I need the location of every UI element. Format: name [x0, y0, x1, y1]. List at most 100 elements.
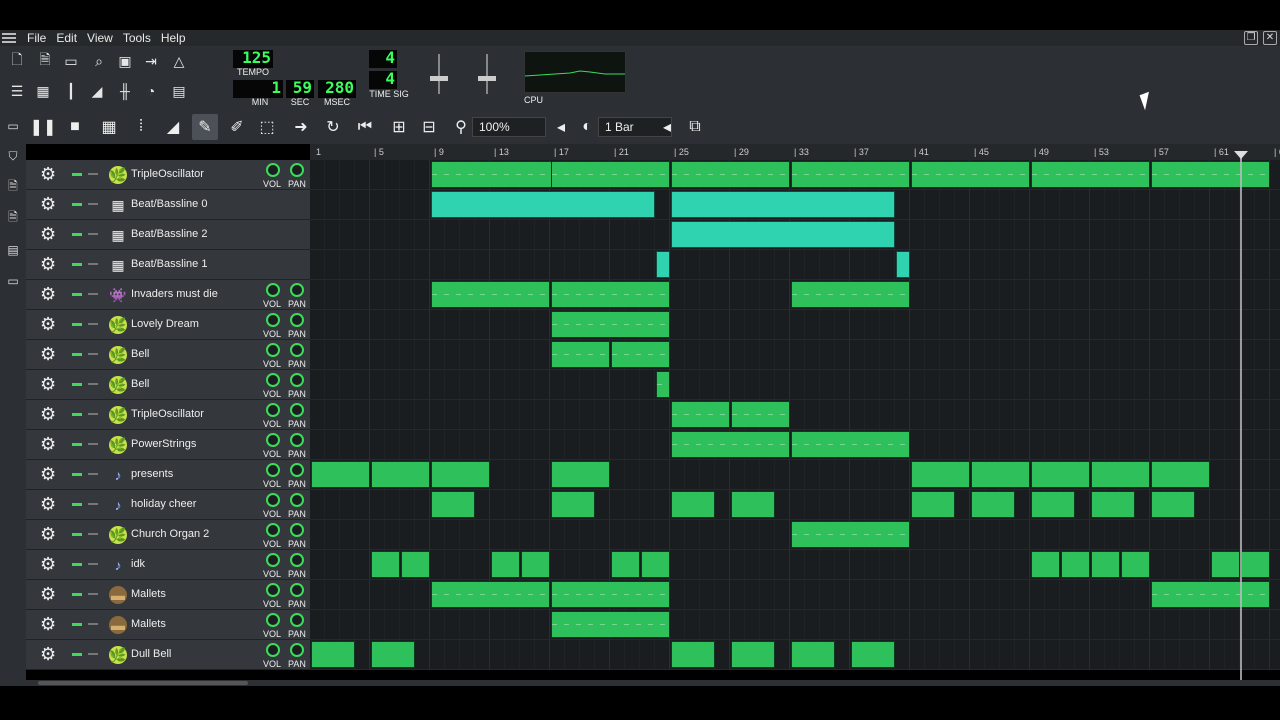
track-name[interactable]: idk	[131, 558, 145, 570]
mute-toggle[interactable]	[72, 203, 82, 206]
volume-knob[interactable]	[266, 283, 280, 297]
volume-knob[interactable]	[266, 613, 280, 627]
pattern-clip[interactable]	[431, 281, 550, 308]
mute-toggle[interactable]	[72, 383, 82, 386]
mute-toggle[interactable]	[72, 533, 82, 536]
pattern-clip[interactable]	[551, 491, 595, 518]
track-name[interactable]: Beat/Bassline 1	[131, 258, 207, 270]
solo-toggle[interactable]	[88, 413, 98, 415]
mute-toggle[interactable]	[72, 263, 82, 266]
pan-knob[interactable]	[290, 553, 304, 567]
pattern-clip[interactable]	[1151, 161, 1270, 188]
volume-knob[interactable]	[266, 433, 280, 447]
menu-file[interactable]: File	[22, 31, 51, 45]
track-header[interactable]: ⚙ ▦ Beat/Bassline 1	[26, 250, 310, 280]
pattern-clip[interactable]	[731, 401, 790, 428]
time-sig-numerator[interactable]: 4	[369, 50, 397, 68]
pause-icon[interactable]: ❚❚	[30, 114, 57, 140]
menu-help[interactable]: Help	[156, 31, 191, 45]
pattern-clip[interactable]	[1031, 461, 1090, 488]
track-name[interactable]: Beat/Bassline 2	[131, 228, 207, 240]
track-name[interactable]: holiday cheer	[131, 498, 196, 510]
track-lane[interactable]	[310, 220, 1280, 250]
track-lane[interactable]	[310, 190, 1280, 220]
project-notes-icon[interactable]: ▤	[168, 80, 190, 102]
my-home-icon[interactable]: ▤	[0, 234, 26, 265]
gear-icon[interactable]: ⚙	[40, 374, 56, 395]
track-header[interactable]: ⚙ 🌿 TripleOscillator VOL PAN	[26, 160, 310, 190]
track-header[interactable]: ⚙ 🌿 TripleOscillator VOL PAN	[26, 400, 310, 430]
track-lane[interactable]	[310, 460, 1280, 490]
solo-toggle[interactable]	[88, 623, 98, 625]
track-header[interactable]: ⚙ ♪ presents VOL PAN	[26, 460, 310, 490]
mute-toggle[interactable]	[72, 233, 82, 236]
volume-knob[interactable]	[266, 583, 280, 597]
volume-knob[interactable]	[266, 163, 280, 177]
gear-icon[interactable]: ⚙	[40, 164, 56, 185]
solo-toggle[interactable]	[88, 203, 98, 205]
pattern-clip[interactable]	[611, 551, 640, 578]
mute-toggle[interactable]	[72, 563, 82, 566]
pattern-clip[interactable]	[911, 461, 970, 488]
pattern-clip[interactable]	[551, 161, 670, 188]
pattern-clip[interactable]	[491, 551, 520, 578]
beat-pattern-clip[interactable]	[896, 251, 910, 278]
chevron-left-icon-2[interactable]: ◂	[654, 114, 680, 140]
track-header[interactable]: ⚙ ▬ Mallets VOL PAN	[26, 610, 310, 640]
gear-icon[interactable]: ⚙	[40, 614, 56, 635]
gear-icon[interactable]: ⚙	[40, 254, 56, 275]
track-name[interactable]: Bell	[131, 348, 149, 360]
pattern-clip[interactable]	[1121, 551, 1150, 578]
pattern-clip[interactable]	[431, 161, 565, 188]
gear-icon[interactable]: ⚙	[40, 314, 56, 335]
pattern-clip[interactable]	[551, 281, 670, 308]
pattern-clip[interactable]	[1151, 491, 1195, 518]
chevron-left-icon[interactable]: ◂	[548, 114, 574, 140]
pattern-clip[interactable]	[551, 461, 610, 488]
draw-mode-icon[interactable]: ✎	[192, 114, 218, 140]
pattern-clip[interactable]	[401, 551, 430, 578]
pattern-clip[interactable]	[551, 341, 610, 368]
mute-toggle[interactable]	[72, 413, 82, 416]
remove-bar-icon[interactable]: ⊟	[416, 114, 442, 140]
new-from-template-icon[interactable]: 🗎	[34, 50, 56, 72]
insert-bar-icon[interactable]: ⊞	[386, 114, 412, 140]
metronome-icon[interactable]: △	[168, 50, 190, 72]
stop-icon[interactable]: ■	[62, 114, 88, 140]
gear-icon[interactable]: ⚙	[40, 524, 56, 545]
pan-knob[interactable]	[290, 433, 304, 447]
pattern-clip[interactable]	[431, 491, 475, 518]
pattern-clip[interactable]	[1091, 491, 1135, 518]
gear-icon[interactable]: ⚙	[40, 464, 56, 485]
save-icon[interactable]: ▣	[114, 50, 136, 72]
pan-knob[interactable]	[290, 163, 304, 177]
pan-knob[interactable]	[290, 583, 304, 597]
pan-knob[interactable]	[290, 493, 304, 507]
gear-icon[interactable]: ⚙	[40, 494, 56, 515]
gear-icon[interactable]: ⚙	[40, 404, 56, 425]
pattern-clip[interactable]	[1211, 551, 1240, 578]
zoom-select[interactable]: 100%	[472, 117, 546, 137]
track-lane[interactable]	[310, 550, 1280, 580]
volume-knob[interactable]	[266, 373, 280, 387]
app-menu-icon[interactable]	[2, 33, 16, 43]
mute-toggle[interactable]	[72, 323, 82, 326]
automation-icon[interactable]: ◢	[86, 80, 108, 102]
gear-icon[interactable]: ⚙	[40, 584, 56, 605]
mute-toggle[interactable]	[72, 623, 82, 626]
time-sig-denominator[interactable]: 4	[369, 71, 397, 89]
gear-icon[interactable]: ⚙	[40, 434, 56, 455]
select-mode-icon[interactable]: ⬚	[254, 114, 280, 140]
auto-scroll-icon[interactable]: ➜	[288, 114, 314, 140]
scrollbar-thumb[interactable]	[38, 681, 248, 685]
track-name[interactable]: Bell	[131, 378, 149, 390]
pattern-clip[interactable]	[671, 491, 715, 518]
track-lane[interactable]	[310, 610, 1280, 640]
pattern-clip[interactable]	[791, 161, 910, 188]
pattern-clip[interactable]	[371, 551, 400, 578]
solo-toggle[interactable]	[88, 563, 98, 565]
track-name[interactable]: Dull Bell	[131, 648, 171, 660]
track-name[interactable]: Mallets	[131, 588, 166, 600]
pattern-clip[interactable]	[311, 461, 370, 488]
volume-knob[interactable]	[266, 313, 280, 327]
